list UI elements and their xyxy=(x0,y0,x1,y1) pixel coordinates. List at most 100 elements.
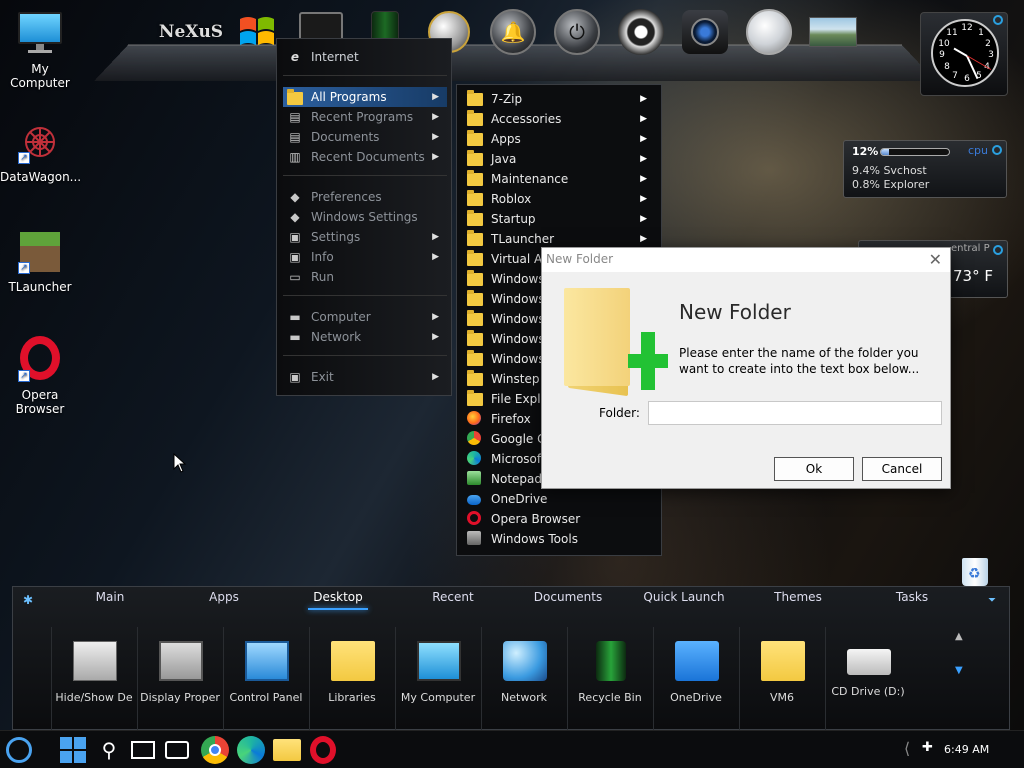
power-icon: ⏻ xyxy=(554,9,600,55)
opera-taskbar-icon[interactable] xyxy=(308,735,338,765)
chevron-right-icon: ▶ xyxy=(640,214,647,224)
dock-webcam-icon[interactable] xyxy=(616,8,666,56)
datawagon-icon: ↗ xyxy=(16,118,64,166)
cancel-button[interactable]: Cancel xyxy=(862,457,942,481)
menu-item-exit[interactable]: ▣ Exit ▶ xyxy=(283,367,447,387)
menu-item-info[interactable]: ▣ Info ▶ xyxy=(283,247,447,267)
tile-network[interactable]: Network xyxy=(481,627,567,731)
chrome-icon[interactable] xyxy=(200,735,230,765)
tile-libraries[interactable]: Libraries xyxy=(309,627,395,731)
menu-item-network[interactable]: ▬ Network ▶ xyxy=(283,327,447,347)
tile-my-computer[interactable]: My Computer xyxy=(395,627,481,731)
tile-hide-show-desktop[interactable]: Hide/Show De xyxy=(51,627,137,731)
folder-icon xyxy=(467,330,483,347)
desktop-icon-datawagon[interactable]: ↗ DataWagon... xyxy=(0,118,82,184)
menu-item-run[interactable]: ▭ Run xyxy=(283,267,447,287)
search-icon[interactable]: ⚲ xyxy=(94,735,124,765)
program-label: Opera Browser xyxy=(491,512,581,526)
cpu-percent: 12% xyxy=(852,145,879,158)
program-item[interactable]: Startup ▶ xyxy=(463,209,657,229)
gear-icon[interactable]: ✱ xyxy=(23,593,33,607)
ie-icon: e xyxy=(290,50,300,64)
dock-settings-icon[interactable] xyxy=(744,8,794,56)
folder-icon xyxy=(467,110,483,127)
menu-item-computer[interactable]: ▬ Computer ▶ xyxy=(283,307,447,327)
folder-icon xyxy=(467,130,483,147)
scroll-up-icon[interactable]: ▲ xyxy=(955,631,963,642)
tile-label: Display Proper xyxy=(140,691,220,704)
tiles-area: Hide/Show De Display Proper Control Pane… xyxy=(51,587,911,731)
recycle-bin-desktop-icon[interactable]: ♻ xyxy=(958,552,992,586)
desktop-icon-tlauncher[interactable]: ↗ TLauncher xyxy=(0,228,80,294)
gadget-close-icon[interactable] xyxy=(993,245,1003,255)
menu-item-all-programs[interactable]: All Programs ▶ xyxy=(283,87,447,107)
program-item[interactable]: 7-Zip ▶ xyxy=(463,89,657,109)
tile-recycle-bin[interactable]: Recycle Bin xyxy=(567,627,653,731)
dock-camera-icon[interactable] xyxy=(680,8,730,56)
tile-onedrive[interactable]: OneDrive xyxy=(653,627,739,731)
dock-landscape-icon[interactable] xyxy=(808,8,858,56)
program-item[interactable]: Opera Browser xyxy=(463,509,657,529)
weather-location: entral P xyxy=(951,243,990,254)
dock-bell-button[interactable]: 🔔 xyxy=(488,8,538,56)
tile-vm6[interactable]: VM6 xyxy=(739,627,825,731)
menu-item-documents[interactable]: ▤ Documents ▶ xyxy=(283,127,447,147)
clock-gadget[interactable]: 12 1 2 3 4 5 6 7 8 9 10 11 xyxy=(920,12,1008,96)
program-item[interactable]: Accessories ▶ xyxy=(463,109,657,129)
program-item[interactable]: Maintenance ▶ xyxy=(463,169,657,189)
menu-divider xyxy=(283,75,447,76)
program-item[interactable]: OneDrive xyxy=(463,489,657,509)
menu-item-recent-programs[interactable]: ▤ Recent Programs ▶ xyxy=(283,107,447,127)
cpu-usage-fill xyxy=(881,149,890,155)
menu-item-recent-documents[interactable]: ▥ Recent Documents ▶ xyxy=(283,147,447,167)
folder-name-input[interactable] xyxy=(648,401,942,425)
tile-display-properties[interactable]: Display Proper xyxy=(137,627,223,731)
menu-item-windows-settings[interactable]: ◆ Windows Settings xyxy=(283,207,447,227)
tile-control-panel[interactable]: Control Panel xyxy=(223,627,309,731)
chat-icon[interactable] xyxy=(162,735,192,765)
desktop-icon-label: DataWagon... xyxy=(0,170,82,184)
chevron-right-icon: ▶ xyxy=(640,174,647,184)
exit-icon: ▣ xyxy=(289,370,301,384)
windows-start-icon[interactable] xyxy=(58,735,88,765)
close-icon[interactable]: ✕ xyxy=(929,250,942,269)
desktop-icon-my-computer[interactable]: My Computer xyxy=(0,10,80,90)
settings-icon: ▣ xyxy=(289,230,301,244)
edge-icon[interactable] xyxy=(236,735,266,765)
tile-cd-drive[interactable]: CD Drive (D:) xyxy=(825,627,911,731)
menu-item-settings[interactable]: ▣ Settings ▶ xyxy=(283,227,447,247)
mouse-cursor xyxy=(173,452,187,476)
chrome-icon xyxy=(467,431,483,447)
tray-add-icon[interactable]: ✚ xyxy=(922,740,933,755)
start-menu: e Internet All Programs ▶ ▤ Recent Progr… xyxy=(276,38,452,396)
dialog-title: New Folder xyxy=(546,252,614,266)
winstep-start-button[interactable] xyxy=(4,735,34,765)
dock-nexus-logo[interactable]: NeXuS xyxy=(159,8,223,56)
collapse-icon[interactable]: ⏷ xyxy=(988,595,996,606)
desktop-icon-opera[interactable]: ↗ Opera Browser xyxy=(0,336,80,416)
monitor-icon xyxy=(16,10,64,58)
scroll-down-icon[interactable]: ▼ xyxy=(955,665,963,676)
chevron-right-icon: ▶ xyxy=(432,232,439,242)
folder-icon xyxy=(467,90,483,107)
task-view-icon[interactable] xyxy=(128,735,158,765)
program-item[interactable]: Windows Tools xyxy=(463,529,657,549)
program-label: OneDrive xyxy=(491,492,548,506)
run-icon: ▭ xyxy=(289,270,301,284)
file-explorer-icon[interactable] xyxy=(272,735,302,765)
menu-item-internet[interactable]: e Internet xyxy=(283,47,447,67)
gadget-close-icon[interactable] xyxy=(993,15,1003,25)
dock-power-button[interactable]: ⏻ xyxy=(552,8,602,56)
program-item[interactable]: Roblox ▶ xyxy=(463,189,657,209)
menu-item-preferences[interactable]: ◆ Preferences xyxy=(283,187,447,207)
gadget-close-icon[interactable] xyxy=(992,145,1002,155)
program-item[interactable]: Java ▶ xyxy=(463,149,657,169)
cpu-process-2: 0.8% Explorer xyxy=(852,178,930,191)
program-item[interactable]: Apps ▶ xyxy=(463,129,657,149)
program-item[interactable]: TLauncher ▶ xyxy=(463,229,657,249)
ok-button[interactable]: Ok xyxy=(774,457,854,481)
nexus-logo-text: NeXuS xyxy=(158,22,224,42)
cpu-gadget[interactable]: 12% cpu 9.4% Svchost 0.8% Explorer xyxy=(843,140,1007,198)
taskbar-clock[interactable]: 6:49 AM xyxy=(944,743,989,756)
dock-windows-icon[interactable] xyxy=(232,8,282,56)
